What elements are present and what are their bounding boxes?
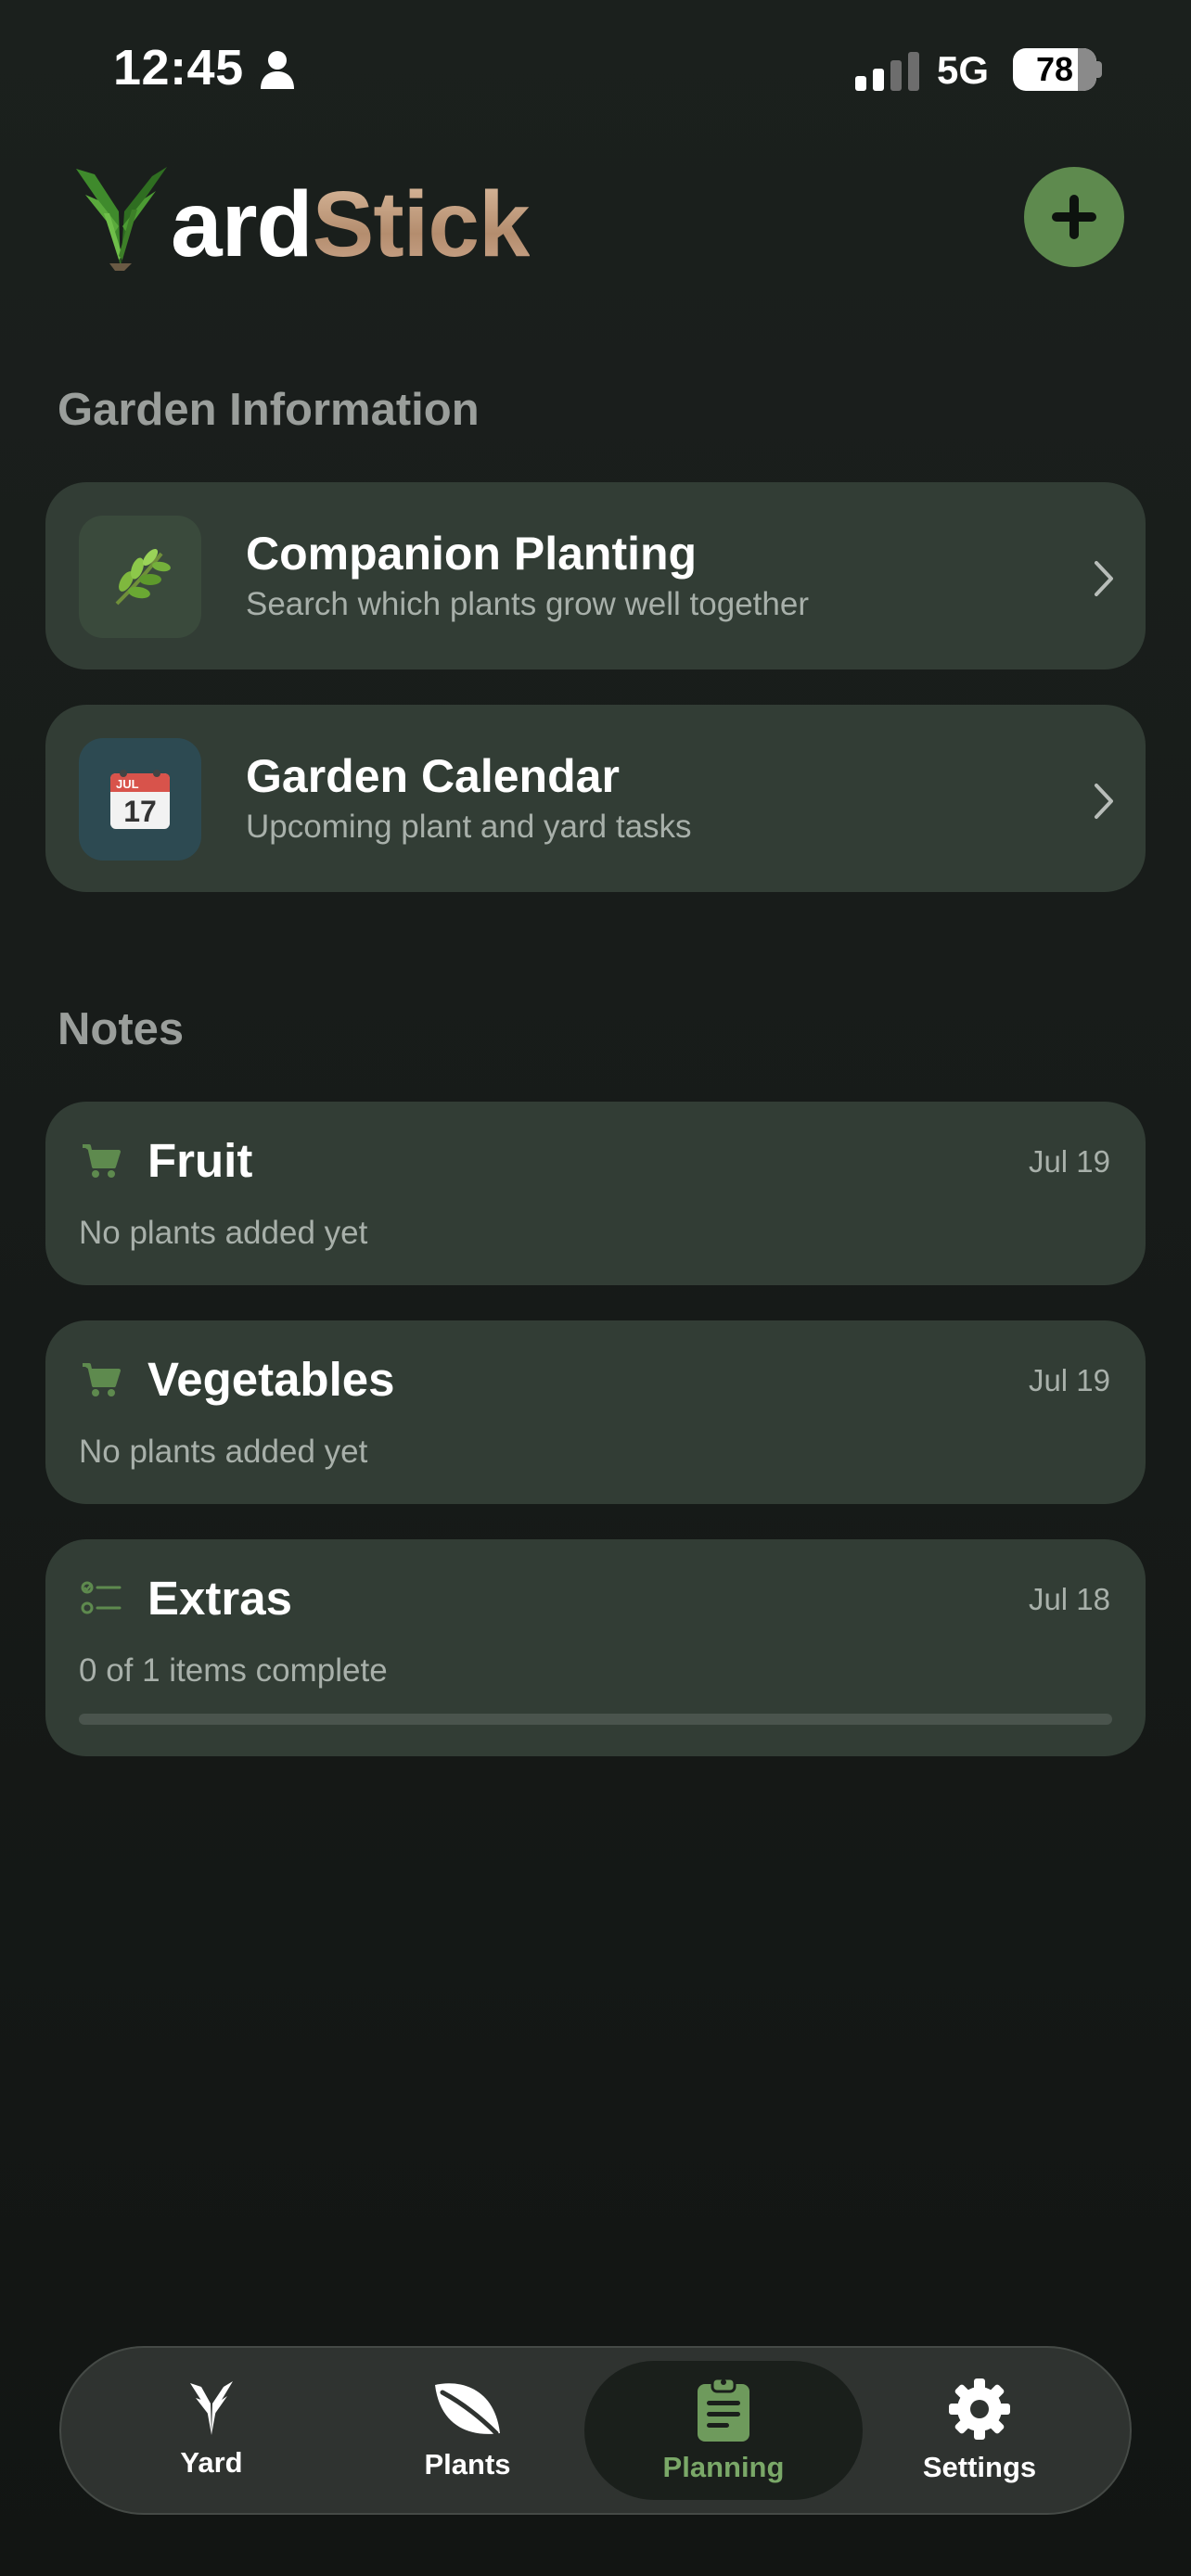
- note-subtitle: 0 of 1 items complete: [79, 1652, 388, 1689]
- progress-bar: [79, 1714, 1112, 1725]
- note-card-fruit[interactable]: Fruit Jul 19 No plants added yet: [45, 1102, 1146, 1285]
- garden-calendar-title: Garden Calendar: [246, 750, 620, 802]
- chevron-right-icon: [1095, 561, 1113, 596]
- note-title: Fruit: [147, 1134, 253, 1187]
- checklist-icon: [81, 1581, 122, 1614]
- yard-icon: [190, 2381, 233, 2435]
- app-logo: ard Stick: [67, 167, 531, 276]
- status-time: 12:45: [113, 40, 244, 96]
- battery-level: 78: [1035, 50, 1074, 88]
- person-icon: [261, 51, 294, 89]
- gear-icon: [949, 2378, 1010, 2440]
- add-button[interactable]: [1024, 167, 1124, 267]
- logo-text-ard: ard: [171, 172, 314, 276]
- logo-text-stick: Stick: [312, 172, 531, 276]
- tab-label: Planning: [662, 2451, 785, 2483]
- garden-calendar-card[interactable]: JUL 17 Garden Calendar Upcoming plant an…: [45, 705, 1146, 892]
- cart-icon: [83, 1144, 121, 1178]
- garden-calendar-subtitle: Upcoming plant and yard tasks: [246, 809, 692, 845]
- section-title-garden-information: Garden Information: [58, 385, 480, 435]
- section-title-notes: Notes: [58, 1004, 185, 1054]
- clipboard-icon: [698, 2377, 749, 2442]
- calendar-month: JUL: [116, 777, 139, 791]
- network-label: 5G: [937, 48, 990, 92]
- leaf-icon: [435, 2383, 500, 2436]
- tab-yard[interactable]: Yard: [72, 2361, 351, 2500]
- note-title: Extras: [147, 1572, 292, 1625]
- companion-planting-subtitle: Search which plants grow well together: [246, 586, 809, 622]
- calendar-day: 17: [123, 795, 157, 828]
- signal-icon: [855, 52, 919, 91]
- tab-label: Settings: [922, 2451, 1037, 2483]
- note-title: Vegetables: [147, 1353, 395, 1406]
- garden-calendar-tile: JUL 17: [79, 738, 201, 861]
- note-subtitle: No plants added yet: [79, 1434, 368, 1470]
- battery-nub: [1096, 61, 1102, 78]
- chevron-right-icon: [1095, 784, 1113, 819]
- tab-bar: Yard Plants Planning Settings: [59, 2346, 1132, 2515]
- note-date: Jul 19: [1028, 1363, 1110, 1397]
- tab-label: Plants: [424, 2448, 511, 2480]
- companion-planting-card[interactable]: Companion Planting Search which plants g…: [45, 482, 1146, 670]
- tab-label: Yard: [180, 2446, 243, 2479]
- tab-plants[interactable]: Plants: [328, 2361, 607, 2500]
- note-date: Jul 18: [1028, 1582, 1110, 1616]
- calendar-icon: JUL 17: [110, 770, 170, 829]
- note-date: Jul 19: [1028, 1144, 1110, 1179]
- herb-icon: [115, 548, 171, 606]
- note-card-vegetables[interactable]: Vegetables Jul 19 No plants added yet: [45, 1320, 1146, 1504]
- note-subtitle: No plants added yet: [79, 1215, 368, 1251]
- companion-planting-title: Companion Planting: [246, 528, 698, 580]
- grass-y-logo-icon: [76, 167, 167, 271]
- battery-icon: 78: [1013, 48, 1096, 91]
- tab-planning[interactable]: Planning: [584, 2361, 863, 2500]
- cart-icon: [83, 1363, 121, 1396]
- plus-icon: [1052, 195, 1096, 239]
- note-card-extras[interactable]: Extras Jul 18 0 of 1 items complete: [45, 1539, 1146, 1756]
- companion-planting-tile: [79, 516, 201, 638]
- tab-settings[interactable]: Settings: [840, 2361, 1119, 2500]
